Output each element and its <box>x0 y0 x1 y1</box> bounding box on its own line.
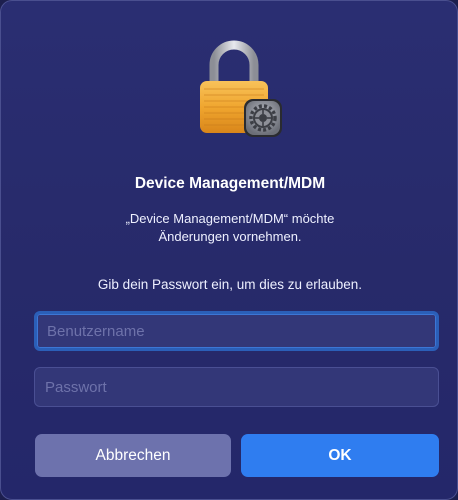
password-input[interactable] <box>34 367 439 407</box>
cancel-button[interactable]: Abbrechen <box>35 434 231 477</box>
ok-button[interactable]: OK <box>241 434 439 477</box>
dialog-message: „Device Management/MDM“ möchte Änderunge… <box>41 210 419 246</box>
username-input[interactable] <box>34 311 439 351</box>
lock-with-gear-icon <box>200 40 282 137</box>
dialog-title: Device Management/MDM <box>134 175 326 192</box>
dialog-instruction: Gib dein Passwort ein, um dies zu erlaub… <box>97 277 363 292</box>
dialog-message-line-2: Änderungen vornehmen. <box>158 229 302 244</box>
authentication-dialog: Device Management/MDM „Device Management… <box>0 0 458 500</box>
dialog-message-line-1: „Device Management/MDM“ möchte <box>125 211 335 226</box>
